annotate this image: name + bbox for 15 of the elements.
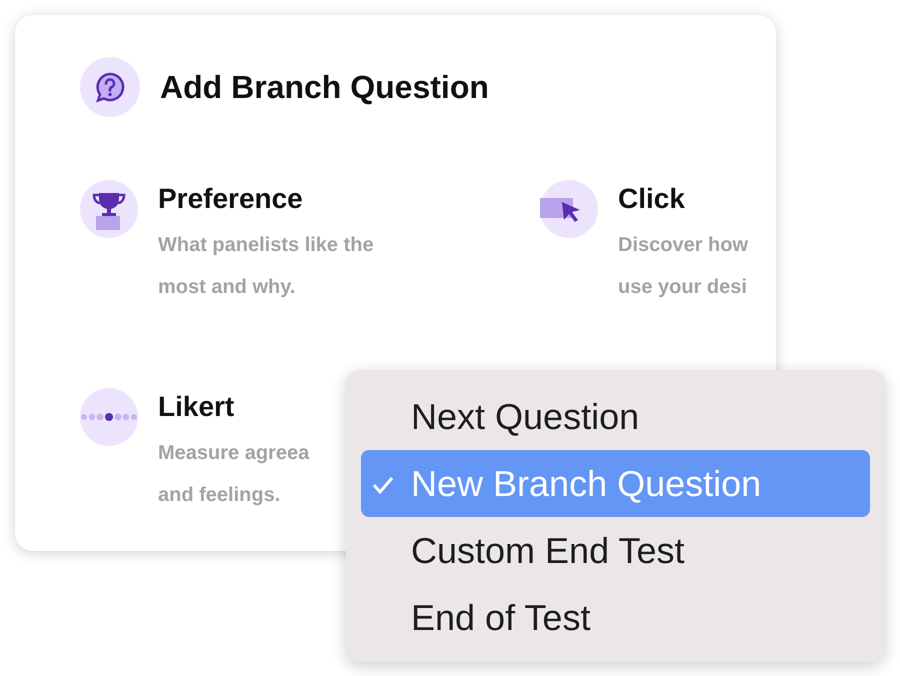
dialog-title: Add Branch Question <box>160 68 489 107</box>
question-type-description: Measure agreea and feelings. <box>158 441 310 508</box>
question-bubble-icon <box>80 57 140 117</box>
question-type-title[interactable]: Preference <box>158 180 374 218</box>
checkmark-icon <box>372 476 394 494</box>
menu-item[interactable]: End of Test <box>361 584 870 651</box>
menu-item[interactable]: Custom End Test <box>361 517 870 584</box>
question-type-title[interactable]: Click <box>618 180 748 218</box>
question-type-title[interactable]: Likert <box>158 388 310 426</box>
trophy-icon <box>80 180 138 238</box>
question-type-description: What panelists like the most and why. <box>158 233 374 300</box>
cursor-icon <box>540 180 598 238</box>
question-type-description: Discover how use your desi <box>618 233 748 300</box>
menu-item[interactable]: Next Question <box>361 383 870 450</box>
dots-icon <box>80 388 138 446</box>
